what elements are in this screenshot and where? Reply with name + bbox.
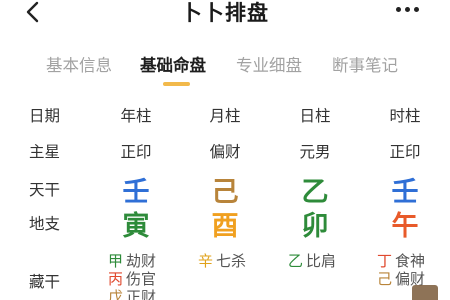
- canggan-stem: 己: [377, 270, 393, 288]
- more-button[interactable]: [396, 7, 422, 17]
- main-star-day: 元男: [299, 143, 331, 161]
- pillar-day: 日柱: [299, 107, 331, 125]
- dizhi-month[interactable]: 酉: [190, 204, 260, 243]
- dizhi-hour[interactable]: 午: [370, 204, 440, 243]
- canggan-month-1: 辛七杀: [198, 250, 246, 271]
- tab-basic-chart[interactable]: 基础命盘: [140, 52, 206, 76]
- row-label-main-star: 主星: [29, 143, 61, 161]
- pillar-month: 月柱: [209, 107, 241, 125]
- tab-basic-info[interactable]: 基本信息: [46, 52, 112, 76]
- canggan-year-3: 戊正财: [108, 286, 156, 300]
- row-label-dizhi: 地支: [29, 215, 61, 233]
- canggan-stem: 戊: [108, 288, 124, 300]
- main-star-month: 偏财: [209, 143, 241, 161]
- pillar-year: 年柱: [120, 107, 152, 125]
- canggan-day-1: 乙比肩: [288, 250, 336, 271]
- active-tab-indicator: [163, 82, 190, 86]
- tab-bar: 基本信息 基础命盘 专业细盘 断事笔记: [0, 52, 450, 92]
- canggan-god: 比肩: [306, 252, 337, 270]
- main-star-year: 正印: [120, 143, 152, 161]
- floating-badge[interactable]: [412, 285, 438, 300]
- more-dot: [414, 7, 419, 12]
- more-horizontal-icon: [396, 7, 401, 12]
- app-root: 卜卜排盘 基本信息 基础命盘 专业细盘 断事笔记 日期 主星 天干 地支 藏干 …: [0, 0, 450, 300]
- row-label-date: 日期: [29, 107, 61, 125]
- row-label-canggan: 藏干: [29, 273, 61, 291]
- row-label-tiangan: 天干: [29, 181, 61, 199]
- canggan-stem: 乙: [288, 252, 304, 270]
- tab-pro-chart[interactable]: 专业细盘: [236, 52, 302, 76]
- page-title: 卜卜排盘: [181, 1, 269, 25]
- canggan-god: 七杀: [216, 252, 247, 270]
- canggan-god: 正财: [126, 288, 157, 300]
- dizhi-day[interactable]: 卯: [280, 204, 350, 243]
- more-dot: [405, 7, 410, 12]
- canggan-stem: 辛: [198, 252, 214, 270]
- tab-notes[interactable]: 断事笔记: [332, 52, 398, 76]
- header: 卜卜排盘: [0, 0, 450, 32]
- dizhi-year[interactable]: 寅: [101, 204, 171, 243]
- chart-grid: 日期 主星 天干 地支 藏干 年柱 月柱 日柱 时柱 正印 偏财 元男 正印 壬…: [0, 92, 450, 300]
- main-star-hour: 正印: [389, 143, 421, 161]
- pillar-hour: 时柱: [389, 107, 421, 125]
